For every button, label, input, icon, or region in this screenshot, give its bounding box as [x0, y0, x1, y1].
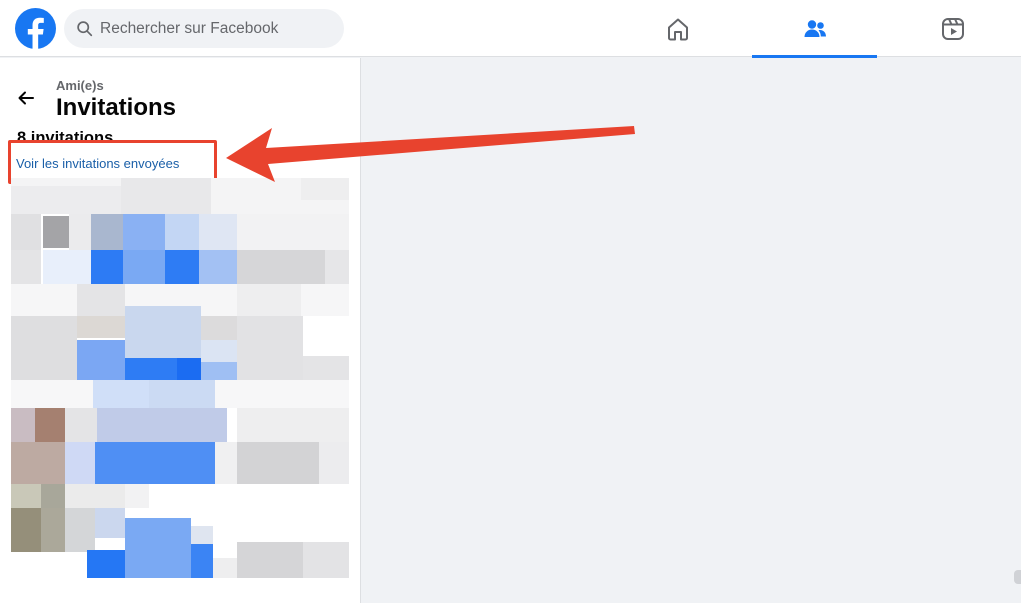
blurred-block: [125, 484, 149, 508]
blurred-block: [191, 544, 213, 578]
blurred-block: [201, 362, 237, 380]
search-bar[interactable]: [64, 9, 344, 48]
blurred-block: [77, 316, 125, 338]
tab-friends[interactable]: [752, 0, 877, 58]
blurred-block: [11, 316, 77, 380]
blurred-block: [43, 216, 69, 248]
blurred-block: [237, 408, 349, 442]
blurred-block: [69, 214, 91, 250]
blurred-block: [237, 316, 303, 380]
blurred-block: [97, 408, 227, 442]
blurred-block: [319, 442, 349, 484]
tab-home[interactable]: [615, 0, 740, 57]
scroll-handle[interactable]: [1014, 570, 1021, 584]
blurred-block: [199, 250, 237, 284]
blurred-block: [301, 178, 349, 200]
blurred-block: [123, 250, 165, 284]
blurred-block: [77, 284, 125, 316]
blurred-block: [11, 250, 41, 284]
blurred-block: [325, 250, 349, 284]
blurred-block: [123, 214, 165, 250]
blurred-block: [95, 508, 125, 538]
blurred-block: [77, 340, 125, 380]
back-button[interactable]: [10, 82, 42, 114]
search-icon: [77, 21, 93, 37]
blurred-block: [65, 408, 97, 442]
blurred-block: [11, 508, 41, 552]
blurred-block: [201, 316, 237, 340]
blurred-block: [237, 284, 301, 316]
breadcrumb[interactable]: Ami(e)s: [56, 78, 104, 93]
blurred-block: [11, 408, 35, 442]
invitation-count: 8 invitations: [17, 129, 114, 147]
blurred-block: [41, 508, 65, 552]
blurred-block: [65, 508, 95, 552]
friends-icon: [804, 19, 826, 37]
blurred-block: [199, 214, 237, 250]
blurred-block: [237, 542, 303, 578]
blurred-block: [93, 380, 149, 408]
blurred-block: [149, 380, 215, 408]
facebook-logo-icon[interactable]: [15, 8, 56, 49]
blurred-block: [213, 558, 237, 578]
sent-invitations-link[interactable]: Voir les invitations envoyées: [16, 156, 179, 171]
blurred-block: [237, 442, 319, 484]
blurred-block: [165, 214, 199, 250]
blurred-block: [303, 356, 349, 380]
blurred-block: [11, 214, 41, 250]
blurred-block: [87, 550, 125, 578]
blurred-block: [201, 340, 237, 362]
invitations-sidebar: Ami(e)s Invitations 8 invitations Voir l…: [0, 58, 361, 603]
blurred-block: [11, 484, 41, 508]
blurred-block: [35, 408, 65, 442]
blurred-block: [237, 250, 325, 284]
blurred-block: [303, 542, 349, 578]
home-icon: [667, 18, 688, 40]
blurred-block: [43, 250, 91, 284]
blurred-block: [41, 484, 65, 508]
blurred-block: [91, 214, 123, 250]
back-arrow-icon: [18, 91, 34, 105]
blurred-invitation-list: [11, 178, 349, 588]
blurred-block: [125, 358, 177, 380]
blurred-block: [11, 186, 121, 214]
blurred-block: [215, 442, 237, 484]
blurred-block: [65, 442, 95, 484]
blurred-block: [95, 442, 215, 484]
blurred-block: [11, 442, 65, 484]
blurred-block: [125, 306, 201, 358]
reels-icon: [941, 17, 964, 40]
search-input[interactable]: [100, 19, 330, 38]
blurred-block: [237, 214, 349, 250]
blurred-block: [125, 518, 191, 578]
blurred-block: [65, 484, 125, 508]
top-navigation-bar: [0, 0, 1021, 58]
blurred-block: [177, 358, 201, 380]
blurred-block: [165, 250, 199, 284]
blurred-block: [121, 178, 211, 214]
tab-reels[interactable]: [890, 0, 1015, 57]
page-title: Invitations: [56, 94, 177, 121]
blurred-block: [91, 250, 123, 284]
